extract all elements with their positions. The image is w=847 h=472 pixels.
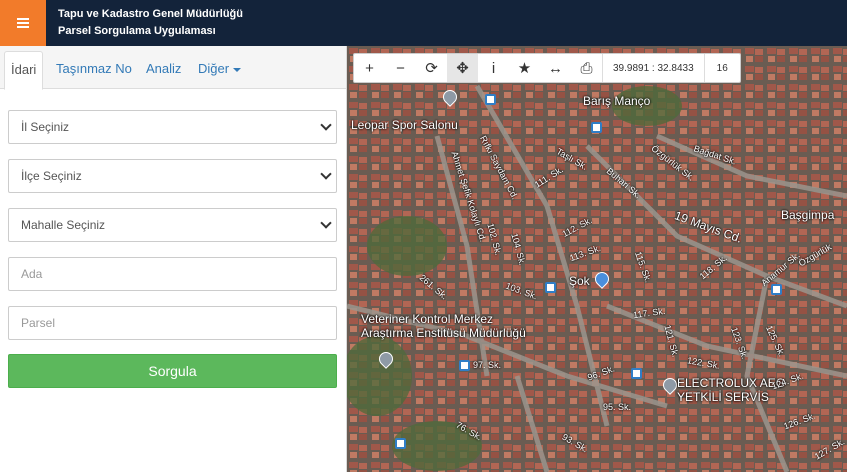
coordinates-readout: 39.9891 : 32.8433 <box>602 54 704 82</box>
map-label: Başgimpa <box>781 208 835 222</box>
bus-stop-icon[interactable] <box>631 368 642 379</box>
refresh-icon[interactable]: ⟳ <box>416 54 447 82</box>
bus-stop-icon[interactable] <box>485 94 496 105</box>
mahalle-select[interactable]: Mahalle Seçiniz <box>8 208 337 242</box>
map-label: YETKİLİ SERVİS <box>677 390 769 404</box>
bus-stop-icon[interactable] <box>459 360 470 371</box>
tab-idari[interactable]: İdari <box>4 51 44 90</box>
tab-bar: İdari Taşınmaz No Analiz Diğer <box>0 46 346 90</box>
map-label: Barış Manço <box>583 94 651 108</box>
ilce-select[interactable]: İlçe Seçiniz <box>8 159 337 193</box>
zoom-out-icon[interactable]: − <box>385 54 416 82</box>
pan-icon[interactable]: ✥ <box>447 54 478 82</box>
info-icon[interactable]: i <box>478 54 509 82</box>
map-label: 97. Sk. <box>473 360 502 370</box>
chevron-down-icon <box>320 119 332 131</box>
map-label: Leopar Spor Salonu <box>351 118 458 132</box>
il-select-value: İl Seçiniz <box>21 120 70 134</box>
bus-stop-icon[interactable] <box>395 438 406 449</box>
ilce-select-value: İlçe Seçiniz <box>21 169 82 183</box>
map-label: 95. Sk. <box>603 402 632 412</box>
caret-down-icon <box>233 67 242 72</box>
map-label: Şok <box>569 274 590 288</box>
map-label: Veteriner Kontrol Merkez <box>361 312 494 326</box>
app-title: Tapu ve Kadastro Genel Müdürlüğü Parsel … <box>58 6 243 40</box>
tab-diger[interactable]: Diğer <box>192 51 247 89</box>
mahalle-select-value: Mahalle Seçiniz <box>21 218 106 232</box>
map-label: Araştırma Enstitüsü Müdürlüğü <box>361 326 526 340</box>
measure-icon[interactable]: ↔ <box>540 54 571 82</box>
zoom-in-icon[interactable]: + <box>354 54 385 82</box>
app-title-line1: Tapu ve Kadastro Genel Müdürlüğü <box>58 8 243 20</box>
bus-stop-icon[interactable] <box>591 122 602 133</box>
ada-input[interactable]: Ada <box>8 257 337 291</box>
hamburger-icon <box>17 18 29 28</box>
print-icon[interactable]: ⎙ <box>571 54 602 82</box>
sorgula-button[interactable]: Sorgula <box>8 354 337 388</box>
map-background <box>347 46 847 472</box>
il-select[interactable]: İl Seçiniz <box>8 110 337 144</box>
bus-stop-icon[interactable] <box>545 282 556 293</box>
map-toolbar: + − ⟳ ✥ i ★ ↔ ⎙ 39.9891 : 32.8433 16 <box>353 53 741 83</box>
map-view[interactable]: + − ⟳ ✥ i ★ ↔ ⎙ 39.9891 : 32.8433 16 Bar… <box>347 46 847 472</box>
app-title-line2: Parsel Sorgulama Uygulaması <box>58 25 216 37</box>
app-header: Tapu ve Kadastro Genel Müdürlüğü Parsel … <box>0 0 847 46</box>
star-icon[interactable]: ★ <box>509 54 540 82</box>
map-label: ELECTROLUX AEG <box>677 376 786 390</box>
parsel-input[interactable]: Parsel <box>8 306 337 340</box>
chevron-down-icon <box>320 168 332 180</box>
hamburger-menu-button[interactable] <box>0 0 46 46</box>
bus-stop-icon[interactable] <box>771 284 782 295</box>
tab-tasinmaz-no[interactable]: Taşınmaz No <box>50 51 138 89</box>
chevron-down-icon <box>320 217 332 229</box>
tab-analiz[interactable]: Analiz <box>140 51 187 89</box>
zoom-level-readout: 16 <box>703 54 740 82</box>
tab-diger-label: Diğer <box>198 61 230 76</box>
sidebar: İdari Taşınmaz No Analiz Diğer İl Seçini… <box>0 46 347 472</box>
